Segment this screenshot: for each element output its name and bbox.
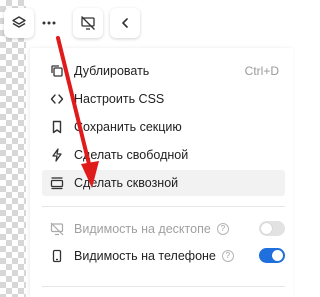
toggle-knob (272, 250, 283, 261)
menu-item-label: Настроить CSS (74, 92, 165, 106)
section-icon (48, 174, 66, 192)
context-menu: Дублировать Ctrl+D Настроить CSS Сохрани… (30, 48, 293, 297)
phone-icon (48, 247, 66, 265)
chevron-left-icon (118, 16, 132, 30)
hide-desktop-icon (80, 15, 96, 31)
more-button[interactable] (34, 8, 64, 38)
desktop-visibility-row: Видимость на десктопе ? (42, 216, 285, 242)
bookmark-icon (48, 118, 66, 136)
desktop-icon (48, 220, 66, 238)
menu-item-css[interactable]: Настроить CSS (42, 86, 285, 112)
layers-button[interactable] (4, 8, 34, 38)
menu-item-make-free[interactable]: Сделать свободной (42, 142, 285, 168)
hide-desktop-button[interactable] (73, 8, 103, 38)
layers-icon (11, 15, 27, 31)
menu-item-make-global[interactable]: Сделать сквозной (42, 170, 285, 196)
mobile-visibility-row: Видимость на телефоне ? (42, 243, 285, 269)
help-icon[interactable]: ? (216, 223, 229, 235)
menu-item-label: Сделать свободной (74, 148, 189, 162)
menu-item-duplicate[interactable]: Дублировать Ctrl+D (42, 58, 285, 84)
mobile-visibility-label: Видимость на телефоне (74, 249, 216, 263)
desktop-visibility-toggle[interactable] (259, 221, 285, 236)
menu-item-label: Сделать сквозной (74, 176, 179, 190)
section-toolbar (0, 0, 150, 48)
lightning-icon (48, 146, 66, 164)
toggle-knob (261, 223, 272, 234)
more-icon (41, 15, 57, 31)
code-icon (48, 90, 66, 108)
shortcut-label: Ctrl+D (244, 64, 279, 78)
desktop-visibility-label: Видимость на десктопе (74, 222, 211, 236)
menu-item-save-section[interactable]: Сохранить секцию (42, 114, 285, 140)
back-button[interactable] (110, 8, 140, 38)
menu-divider (42, 286, 285, 287)
menu-divider (42, 206, 285, 207)
menu-item-label: Дублировать (74, 64, 150, 78)
help-icon[interactable]: ? (221, 250, 234, 262)
duplicate-icon (48, 62, 66, 80)
menu-item-label: Сохранить секцию (74, 120, 182, 134)
mobile-visibility-toggle[interactable] (259, 248, 285, 263)
